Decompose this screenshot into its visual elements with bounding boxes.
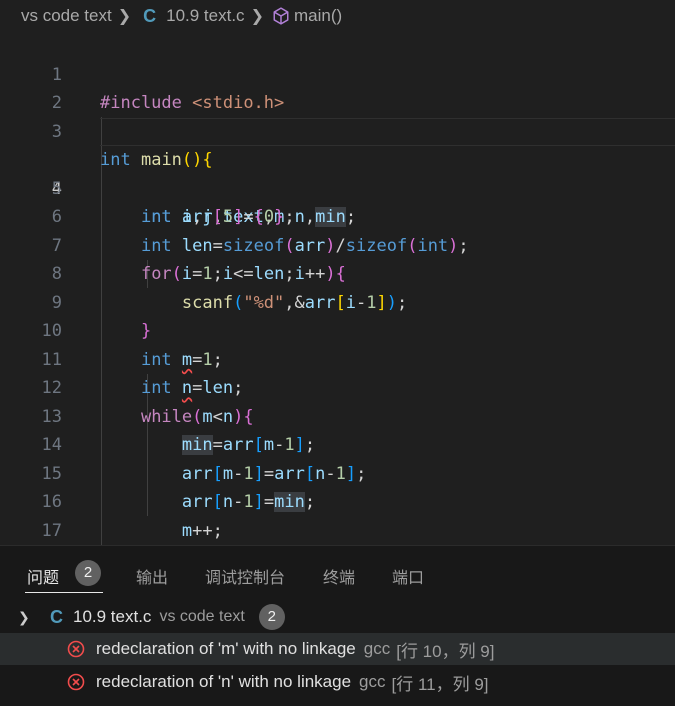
tab-problems[interactable]: 问题 <box>27 564 59 588</box>
active-tab-indicator <box>25 592 103 593</box>
code-line[interactable]: 18 } <box>0 517 675 546</box>
problem-source: gcc <box>359 672 386 691</box>
method-cube-icon <box>273 7 289 25</box>
problem-source: gcc <box>363 639 391 658</box>
tab-ports[interactable]: 端口 <box>392 564 424 588</box>
problems-count-badge: 2 <box>75 560 101 586</box>
breadcrumb-symbol[interactable]: main() <box>294 6 342 26</box>
current-line-highlight <box>100 117 675 146</box>
code-line[interactable]: 2 <box>0 61 675 113</box>
problem-message: redeclaration of 'n' with no linkage <box>96 672 352 691</box>
breadcrumb-file[interactable]: 10.9 text.c <box>166 6 244 26</box>
c-file-icon: C <box>50 606 63 627</box>
c-file-icon: C <box>143 5 157 26</box>
problem-message: redeclaration of 'm' with no linkage <box>96 639 356 658</box>
group-folder: vs code text <box>159 608 245 625</box>
problem-item[interactable]: redeclaration of 'm' with no linkage gcc… <box>0 633 675 665</box>
code-editor[interactable]: 1 #include <stdio.h> 2 3 int main(){ 4 i… <box>0 32 675 545</box>
code-line[interactable]: 1 #include <stdio.h> <box>0 32 675 114</box>
code-line[interactable]: 17 n--; <box>0 488 675 541</box>
problem-location: [行 10，列 9] <box>396 641 495 661</box>
breadcrumb-folder[interactable]: vs code text <box>21 6 112 26</box>
problem-item[interactable]: redeclaration of 'n' with no linkage gcc… <box>0 666 675 698</box>
tab-problems-label: 问题 <box>27 568 60 587</box>
code-line[interactable]: 11 int n=len; <box>0 317 675 399</box>
bottom-panel: 问题 2 输出 调试控制台 终端 端口 ❯ C 10.9 text.c vs c… <box>0 545 675 706</box>
code-line[interactable]: 7 for(i=1;i<=len;i++){ <box>0 203 675 285</box>
code-line[interactable]: 13 min=arr[m-1]; <box>0 374 675 455</box>
code-line[interactable]: 15 arr[n-1]=min; <box>0 431 675 512</box>
code-line-current[interactable]: 4 int i,j,text,m,n,min; <box>0 117 675 227</box>
tab-output[interactable]: 输出 <box>136 564 168 588</box>
chevron-right-icon: ❯ <box>117 8 132 25</box>
code-line[interactable]: 10 int m=1; <box>0 289 675 370</box>
problem-location: [行 11，列 9] <box>391 674 489 694</box>
code-line[interactable]: 14 arr[m-1]=arr[n-1]; <box>0 403 675 484</box>
code-line[interactable]: 5 int arr[5]={0}; <box>0 146 675 228</box>
code-line[interactable]: 8 scanf("%d",&arr[i-1]); <box>0 232 675 313</box>
error-icon <box>67 640 85 658</box>
code-line[interactable]: 9 } <box>0 260 675 342</box>
tab-terminal[interactable]: 终端 <box>323 564 355 588</box>
breadcrumb: vs code text ❯ C 10.9 text.c ❯ main() <box>0 0 675 32</box>
code-line[interactable]: 12 while(m<n){ <box>0 346 675 427</box>
code-line[interactable]: 16 m++; <box>0 460 675 541</box>
problem-group-row[interactable]: ❯ C 10.9 text.c vs code text 2 <box>0 602 675 632</box>
code-line[interactable]: 3 int main(){ <box>0 89 675 171</box>
panel-tabs: 问题 2 输出 调试控制台 终端 端口 <box>0 546 675 602</box>
chevron-right-icon: ❯ <box>250 8 264 25</box>
code-line[interactable]: 6 int len=sizeof(arr)/sizeof(int); <box>0 175 675 256</box>
error-icon <box>67 673 85 691</box>
tab-debug-console[interactable]: 调试控制台 <box>205 564 285 588</box>
group-count-badge: 2 <box>258 604 285 630</box>
group-file-name: 10.9 text.c <box>73 607 152 626</box>
chevron-down-icon[interactable]: ❯ <box>18 609 34 626</box>
